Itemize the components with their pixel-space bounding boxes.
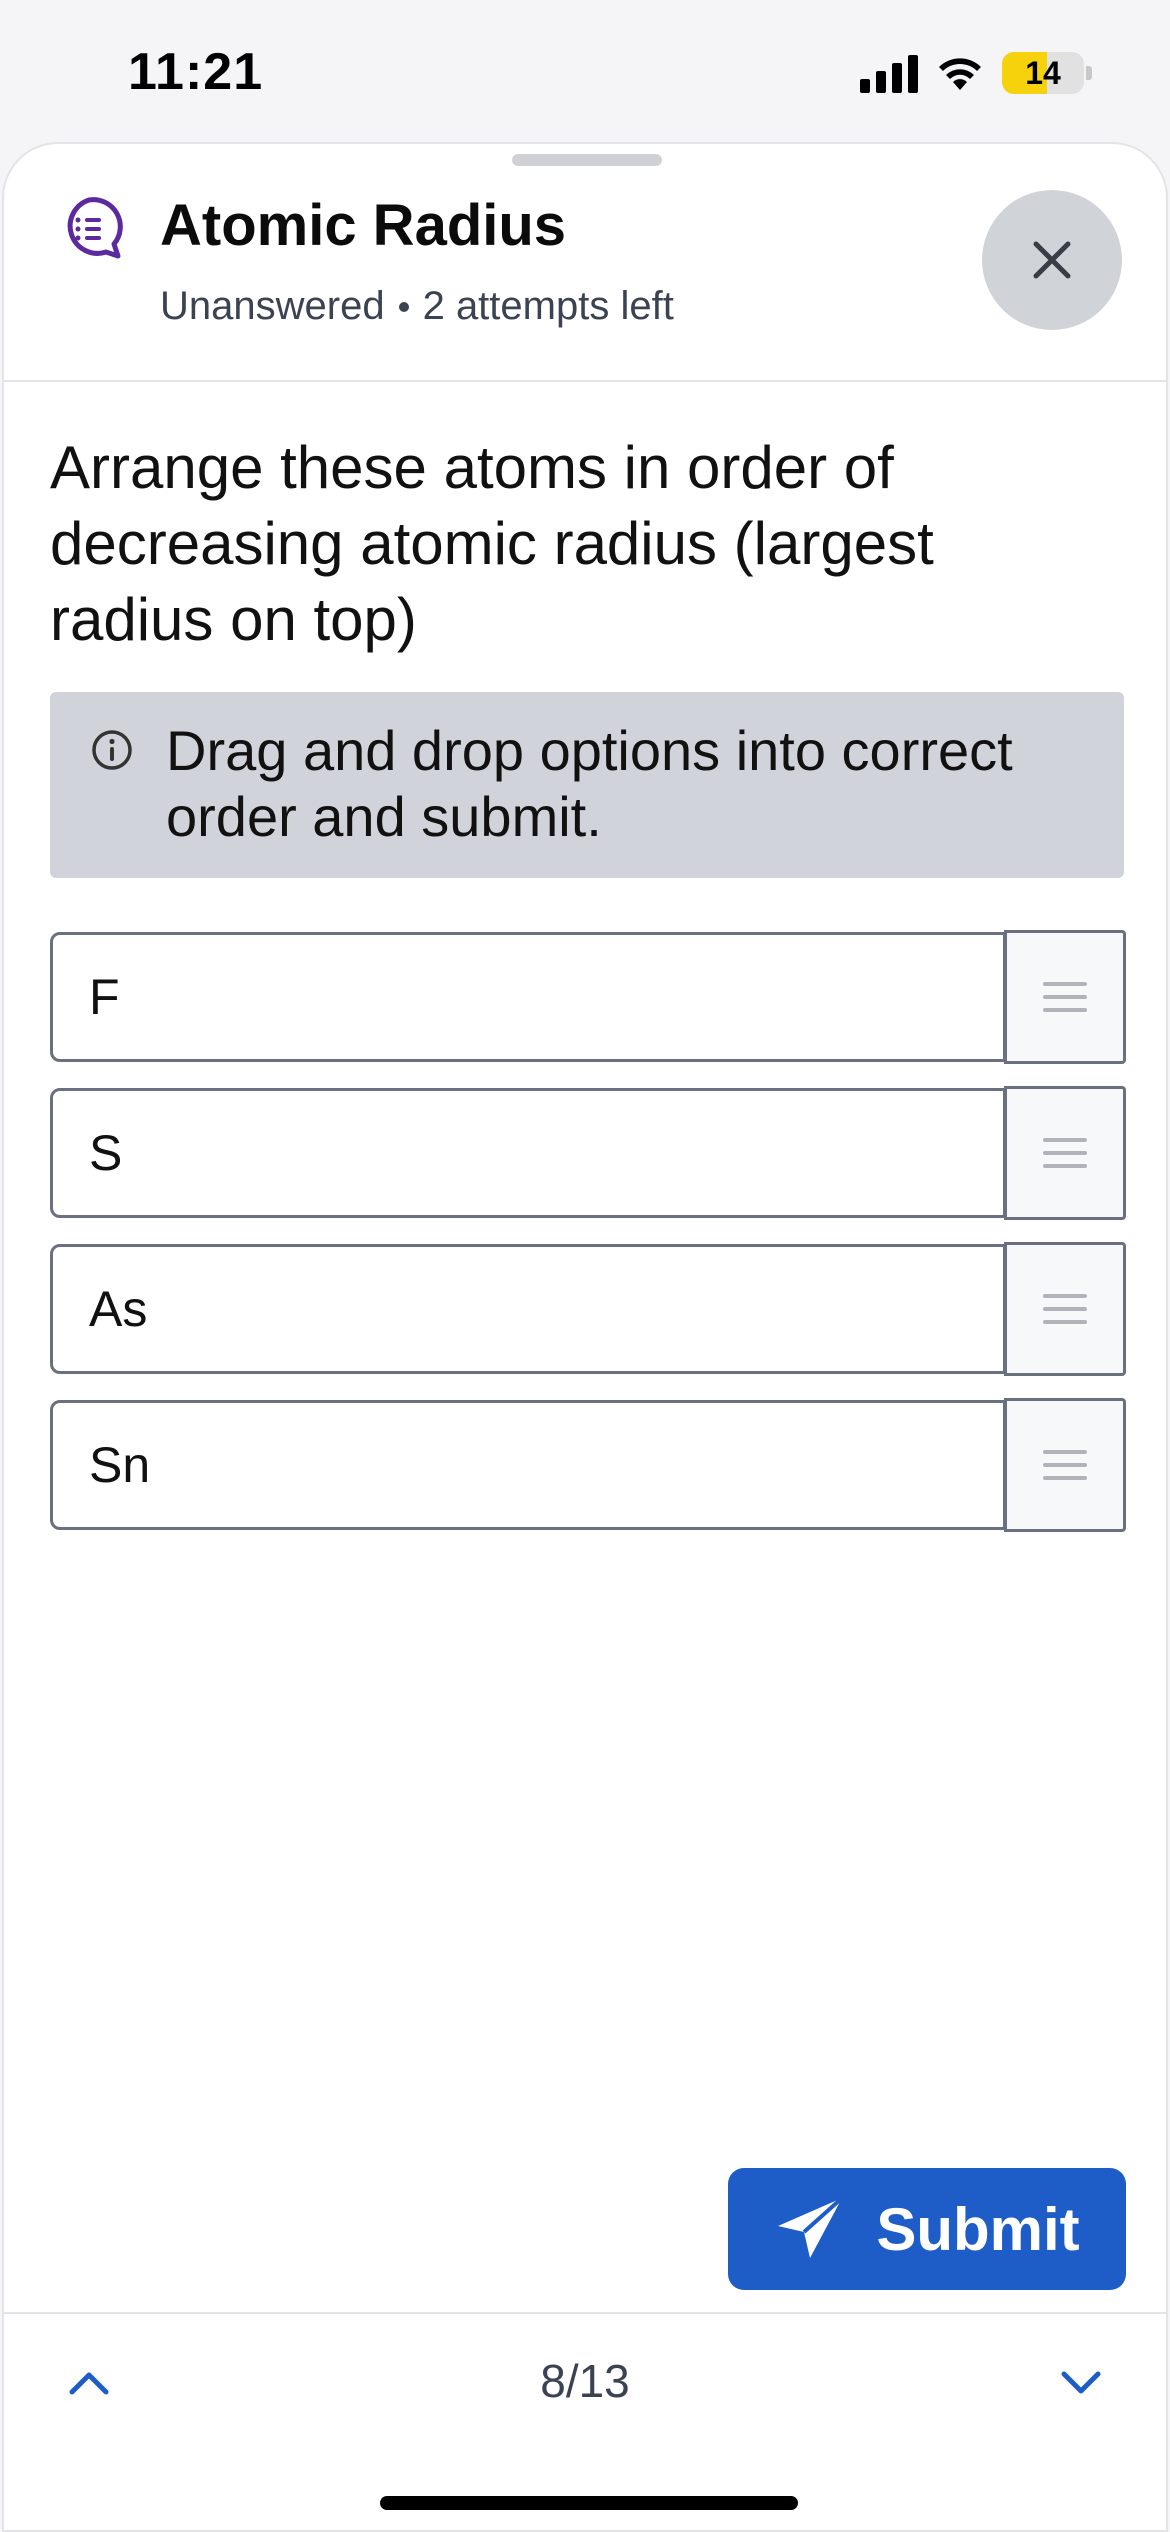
option-field: S	[50, 1088, 1006, 1218]
status-time: 11:21	[128, 43, 264, 101]
question-meta: Unanswered 2 attempts left	[160, 284, 674, 329]
instruction-banner: Drag and drop options into correct order…	[50, 692, 1124, 878]
order-option[interactable]: As	[50, 1242, 1126, 1376]
info-circle-icon	[92, 730, 132, 770]
answer-status: Unanswered	[160, 284, 385, 328]
submit-button[interactable]: Submit	[728, 2168, 1126, 2290]
paper-plane-icon	[778, 2196, 844, 2258]
close-button[interactable]	[982, 190, 1122, 330]
chevron-down-icon[interactable]	[1056, 2358, 1106, 2408]
order-option[interactable]: F	[50, 930, 1126, 1064]
header-divider	[4, 380, 1166, 382]
drag-handle-icon	[1043, 1450, 1087, 1480]
question-title: Atomic Radius	[160, 193, 567, 258]
option-label: F	[89, 969, 120, 1025]
home-indicator	[380, 2496, 798, 2510]
drag-handle-icon	[1043, 982, 1087, 1012]
battery-icon: 14	[1002, 52, 1092, 94]
drag-handle-icon	[1043, 1138, 1087, 1168]
order-option[interactable]: Sn	[50, 1398, 1126, 1532]
drag-handle[interactable]	[1004, 930, 1126, 1064]
option-field: F	[50, 932, 1006, 1062]
status-icons: 14	[860, 52, 1092, 94]
option-field: As	[50, 1244, 1006, 1374]
question-sheet: Atomic Radius Unanswered 2 attempts left…	[2, 142, 1168, 2532]
submit-label: Submit	[876, 2195, 1080, 2263]
drag-handle-icon	[1043, 1294, 1087, 1324]
footer-divider	[4, 2312, 1166, 2314]
option-label: As	[89, 1281, 148, 1337]
drag-handle[interactable]	[1004, 1242, 1126, 1376]
status-bar: 11:21 14	[0, 0, 1170, 140]
chat-bubble-list-icon	[67, 197, 123, 259]
option-label: S	[89, 1125, 123, 1181]
question-prompt: Arrange these atoms in order of decreasi…	[50, 434, 934, 653]
order-option[interactable]: S	[50, 1086, 1126, 1220]
cellular-signal-icon	[860, 53, 918, 93]
option-field: Sn	[50, 1400, 1006, 1530]
close-icon	[1033, 241, 1071, 279]
battery-level: 14	[1025, 54, 1061, 91]
attempts-left: 2 attempts left	[422, 284, 674, 328]
page-counter: 8/13	[540, 2355, 630, 2407]
option-label: Sn	[89, 1437, 151, 1493]
separator-dot	[398, 301, 409, 312]
instruction-text: Drag and drop options into correct order…	[166, 719, 1013, 848]
wifi-icon	[939, 58, 981, 90]
drag-handle[interactable]	[1004, 1398, 1126, 1532]
sheet-grabber[interactable]	[512, 154, 662, 166]
drag-handle[interactable]	[1004, 1086, 1126, 1220]
